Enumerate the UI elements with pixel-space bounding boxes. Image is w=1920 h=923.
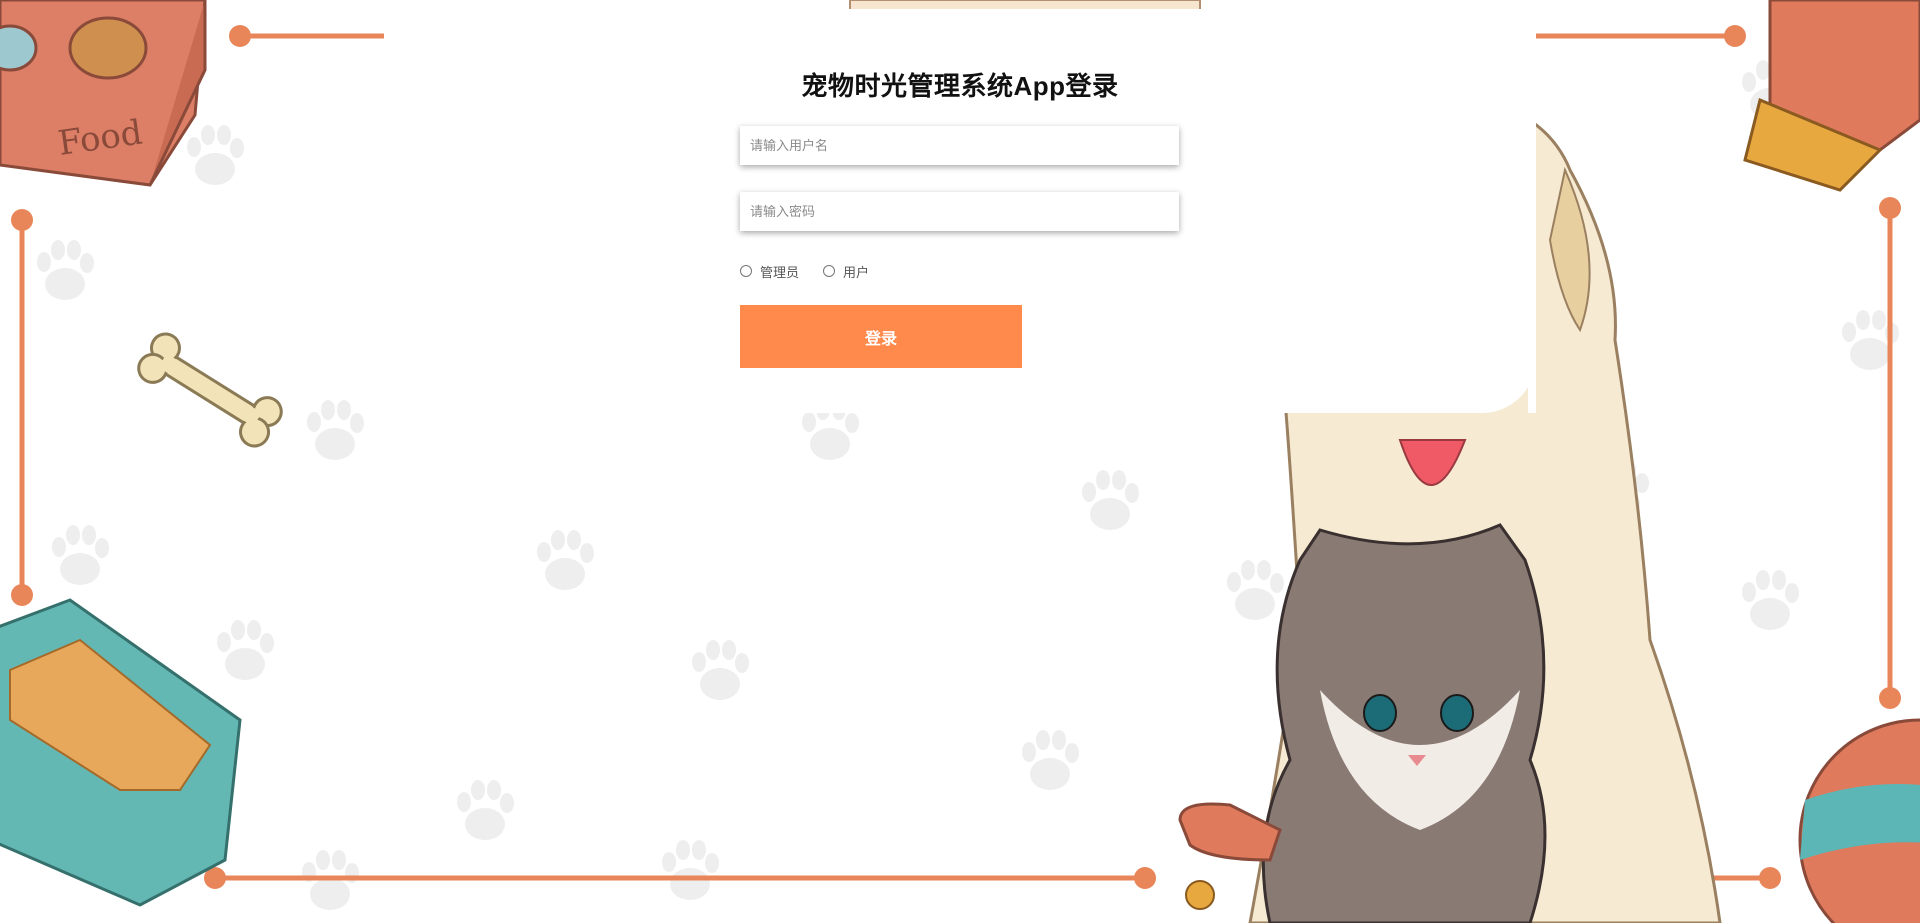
role-radio-user[interactable]: [823, 265, 836, 277]
role-option-admin[interactable]: 管理员: [740, 262, 799, 281]
role-label-admin: 管理员: [760, 264, 800, 280]
role-radio-group: 管理员 用户: [740, 261, 893, 281]
login-button[interactable]: 登录: [740, 305, 1022, 368]
role-option-user[interactable]: 用户: [823, 262, 869, 281]
password-input[interactable]: [740, 192, 1179, 231]
login-panel: 宠物时光管理系统App登录 管理员 用户 登录: [0, 0, 1920, 923]
login-card: 宠物时光管理系统App登录 管理员 用户 登录: [384, 9, 1536, 413]
username-input[interactable]: [740, 126, 1179, 165]
role-label-user: 用户: [843, 264, 870, 280]
page-title: 宠物时光管理系统App登录: [801, 71, 1119, 101]
role-radio-admin[interactable]: [740, 265, 752, 277]
